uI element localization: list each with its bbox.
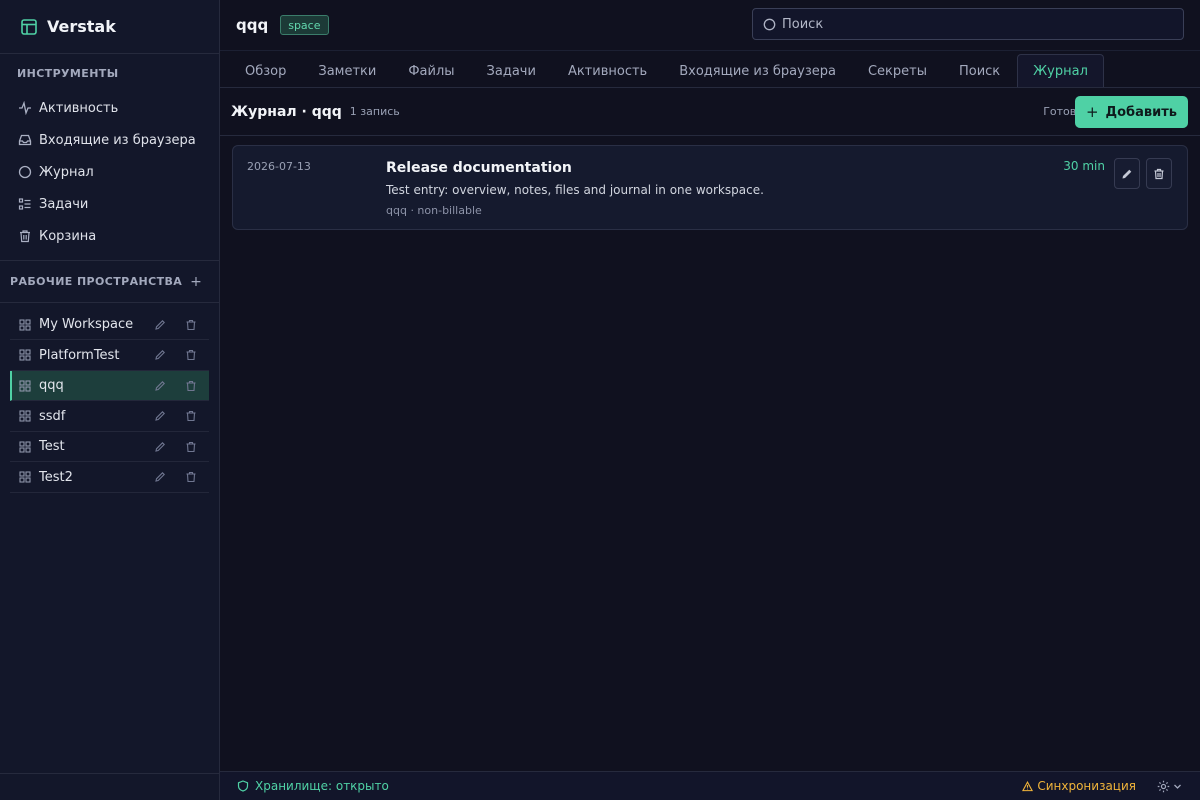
tab-overview[interactable]: Обзор bbox=[230, 55, 301, 87]
pencil-icon bbox=[1121, 168, 1133, 180]
add-entry-button[interactable]: + Добавить bbox=[1074, 96, 1188, 128]
entry-title: Release documentation bbox=[386, 160, 572, 176]
sidebar-item-label: Корзина bbox=[39, 228, 97, 244]
gear-icon bbox=[1157, 780, 1170, 793]
trash-icon[interactable] bbox=[185, 471, 197, 483]
tab-journal[interactable]: Журнал bbox=[1017, 54, 1104, 87]
brand[interactable]: Verstak bbox=[0, 0, 219, 54]
tab-activity[interactable]: Активность bbox=[553, 55, 662, 87]
workspace-name: My Workspace bbox=[39, 317, 134, 332]
search-input[interactable] bbox=[782, 16, 1162, 32]
tab-search[interactable]: Поиск bbox=[944, 55, 1015, 87]
workspace-item-my-workspace[interactable]: My Workspace bbox=[10, 310, 209, 340]
journal-header: Журнал · qqq 1 запись Готово + Добавить bbox=[220, 88, 1200, 136]
workspace-item-test[interactable]: Test bbox=[10, 432, 209, 463]
sidebar-footer bbox=[0, 773, 219, 800]
trash-icon[interactable] bbox=[185, 349, 197, 361]
entry-date: 2026-07-13 bbox=[247, 160, 311, 173]
add-workspace-button[interactable]: + bbox=[189, 274, 203, 290]
workspace-item-test2[interactable]: Test2 bbox=[10, 463, 209, 493]
grid-icon bbox=[19, 410, 31, 422]
grid-icon bbox=[19, 441, 31, 453]
settings-menu-button[interactable] bbox=[1157, 780, 1182, 793]
edit-icon[interactable] bbox=[154, 319, 166, 331]
shield-icon bbox=[237, 780, 249, 792]
workspace-item-qqq[interactable]: qqq bbox=[10, 371, 209, 402]
grid-icon bbox=[19, 318, 31, 331]
tools-section: ИНСТРУМЕНТЫ Активность Входящие из брауз… bbox=[0, 54, 219, 261]
workspaces-title: РАБОЧИЕ ПРОСТРАНСТВА bbox=[10, 275, 183, 288]
topbar: qqq space bbox=[220, 0, 1200, 50]
delete-entry-button[interactable] bbox=[1146, 158, 1172, 189]
vault-status-label: Хранилище: открыто bbox=[255, 779, 389, 793]
sidebar-item-journal[interactable]: Журнал bbox=[0, 156, 219, 188]
sidebar-item-tasks[interactable]: Задачи bbox=[0, 188, 219, 220]
tab-secrets[interactable]: Секреты bbox=[853, 55, 942, 87]
workspace-tabs: Обзор Заметки Файлы Задачи Активность Вх… bbox=[220, 50, 1200, 88]
tab-files[interactable]: Файлы bbox=[393, 55, 469, 87]
grid-icon bbox=[19, 471, 31, 484]
workspace-name: qqq bbox=[39, 378, 64, 394]
tab-browser-inbox[interactable]: Входящие из браузера bbox=[664, 55, 851, 87]
sidebar-item-label: Задачи bbox=[39, 196, 89, 212]
search-box[interactable] bbox=[752, 8, 1184, 40]
warning-icon bbox=[1022, 780, 1034, 792]
tasks-icon bbox=[18, 197, 32, 211]
circle-icon bbox=[18, 165, 32, 179]
entry-description: Test entry: overview, notes, files and j… bbox=[386, 183, 764, 197]
trash-icon[interactable] bbox=[185, 319, 197, 331]
workspace-name: PlatformTest bbox=[39, 347, 120, 363]
edit-icon[interactable] bbox=[154, 471, 166, 483]
search-icon bbox=[763, 18, 776, 31]
app-name: Verstak bbox=[47, 17, 116, 36]
inbox-icon bbox=[18, 133, 32, 147]
sidebar-item-trash[interactable]: Корзина bbox=[0, 220, 219, 252]
edit-icon[interactable] bbox=[154, 380, 166, 392]
workspace-name: Test bbox=[39, 439, 65, 455]
plus-icon: + bbox=[1085, 103, 1099, 121]
workspace-list: My Workspace PlatformTest qqq ssdf Test bbox=[0, 303, 219, 493]
workspace-title: qqq bbox=[236, 16, 269, 34]
entry-duration: 30 min bbox=[1063, 159, 1105, 173]
add-entry-label: Добавить bbox=[1105, 104, 1177, 120]
trash-icon[interactable] bbox=[185, 380, 197, 392]
workspace-item-ssdf[interactable]: ssdf bbox=[10, 402, 209, 432]
workspaces-header: РАБОЧИЕ ПРОСТРАНСТВА + bbox=[0, 261, 219, 303]
trash-icon bbox=[18, 229, 32, 243]
sidebar-item-activity[interactable]: Активность bbox=[0, 92, 219, 124]
workspace-item-platformtest[interactable]: PlatformTest bbox=[10, 341, 209, 371]
journal-entry-count: 1 запись bbox=[349, 105, 400, 118]
status-bar: Хранилище: открыто Синхронизация bbox=[220, 771, 1200, 800]
trash-icon[interactable] bbox=[185, 410, 197, 422]
chevron-down-icon bbox=[1173, 782, 1182, 791]
tab-tasks[interactable]: Задачи bbox=[472, 55, 551, 87]
workspace-name: Test2 bbox=[39, 469, 73, 485]
trash-icon[interactable] bbox=[185, 441, 197, 453]
journal-title: Журнал · qqq bbox=[231, 103, 342, 120]
activity-icon bbox=[18, 101, 32, 115]
sidebar: Verstak ИНСТРУМЕНТЫ Активность Входящие … bbox=[0, 0, 220, 800]
sidebar-item-label: Входящие из браузера bbox=[39, 132, 196, 148]
tab-notes[interactable]: Заметки bbox=[303, 55, 391, 87]
workspace-type-badge: space bbox=[280, 15, 329, 35]
sidebar-item-label: Активность bbox=[39, 100, 119, 116]
edit-icon[interactable] bbox=[154, 410, 166, 422]
trash-icon bbox=[1153, 168, 1165, 180]
grid-icon bbox=[19, 380, 31, 392]
journal-entry: 2026-07-13 Release documentation Test en… bbox=[232, 145, 1188, 230]
tools-title: ИНСТРУМЕНТЫ bbox=[17, 66, 119, 80]
workspace-name: ssdf bbox=[39, 408, 66, 424]
sidebar-item-browser-inbox[interactable]: Входящие из браузера bbox=[0, 124, 219, 156]
grid-icon bbox=[19, 349, 31, 361]
edit-icon[interactable] bbox=[154, 349, 166, 361]
sync-status[interactable]: Синхронизация bbox=[1022, 779, 1136, 793]
edit-entry-button[interactable] bbox=[1114, 158, 1140, 189]
layout-icon bbox=[20, 18, 38, 36]
sidebar-item-label: Журнал bbox=[39, 164, 94, 180]
vault-status[interactable]: Хранилище: открыто bbox=[237, 779, 389, 793]
entry-meta: qqq · non-billable bbox=[386, 204, 482, 217]
sync-status-label: Синхронизация bbox=[1037, 779, 1136, 793]
edit-icon[interactable] bbox=[154, 441, 166, 453]
main-area: qqq space Обзор Заметки Файлы Задачи Акт… bbox=[220, 0, 1200, 800]
